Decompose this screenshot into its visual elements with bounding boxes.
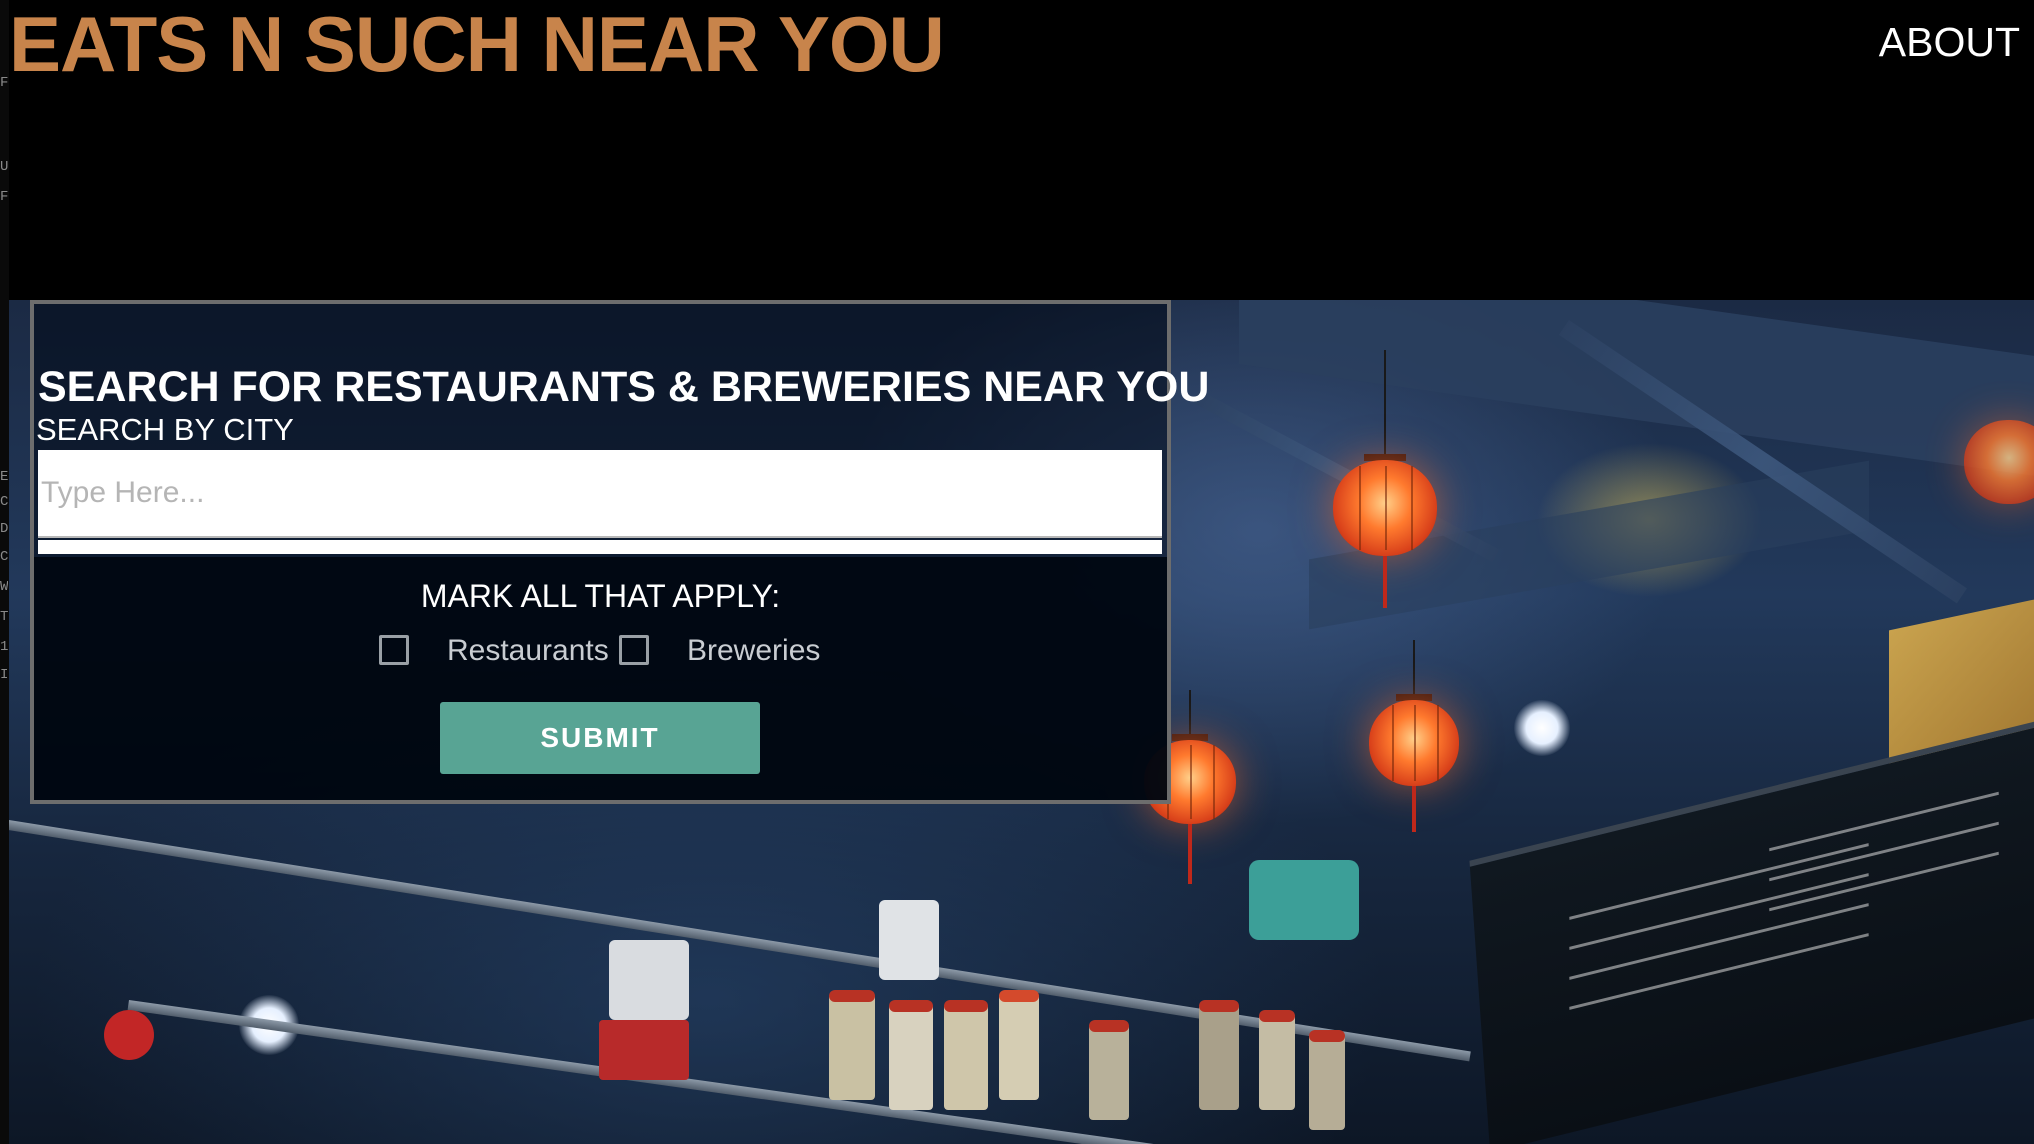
top-navbar: EATS N SUCH NEAR YOU ABOUT <box>9 0 2034 300</box>
search-subtitle: SEARCH BY CITY <box>36 412 294 447</box>
search-card: SEARCH FOR RESTAURANTS & BREWERIES NEAR … <box>30 300 1209 804</box>
ceiling-panel <box>1239 300 2034 476</box>
side-panel-char: F <box>0 76 8 90</box>
search-title: SEARCH FOR RESTAURANTS & BREWERIES NEAR … <box>38 363 1210 411</box>
mark-all-label: MARK ALL THAT APPLY: <box>420 578 781 614</box>
side-panel-char: F <box>0 190 8 204</box>
side-panel-char: T <box>0 610 8 624</box>
about-link[interactable]: ABOUT <box>1879 16 2020 68</box>
lantern <box>1964 420 2034 504</box>
site-brand[interactable]: EATS N SUCH NEAR YOU <box>9 2 945 86</box>
side-panel-char: W <box>0 580 8 594</box>
shelf <box>9 820 1471 1062</box>
lantern <box>1369 640 1459 832</box>
restaurants-label[interactable]: Restaurants <box>447 632 609 670</box>
city-search-input[interactable] <box>38 450 1162 538</box>
submit-button[interactable]: SUBMIT <box>440 702 760 774</box>
restaurants-checkbox[interactable] <box>379 635 409 665</box>
menu-board <box>1469 703 2034 1144</box>
side-panel-char: C <box>0 550 8 564</box>
side-panel-char: 1 <box>0 640 8 654</box>
breweries-label[interactable]: Breweries <box>687 632 820 670</box>
side-panel-char: C <box>0 495 8 509</box>
side-panel-char: E <box>0 470 8 484</box>
lantern <box>1333 350 1437 608</box>
ceiling-light <box>1514 700 1570 756</box>
side-panel-char: I <box>0 668 8 682</box>
breweries-checkbox[interactable] <box>619 635 649 665</box>
side-panel-char: D <box>0 522 8 536</box>
side-panel-char: U <box>0 160 8 174</box>
